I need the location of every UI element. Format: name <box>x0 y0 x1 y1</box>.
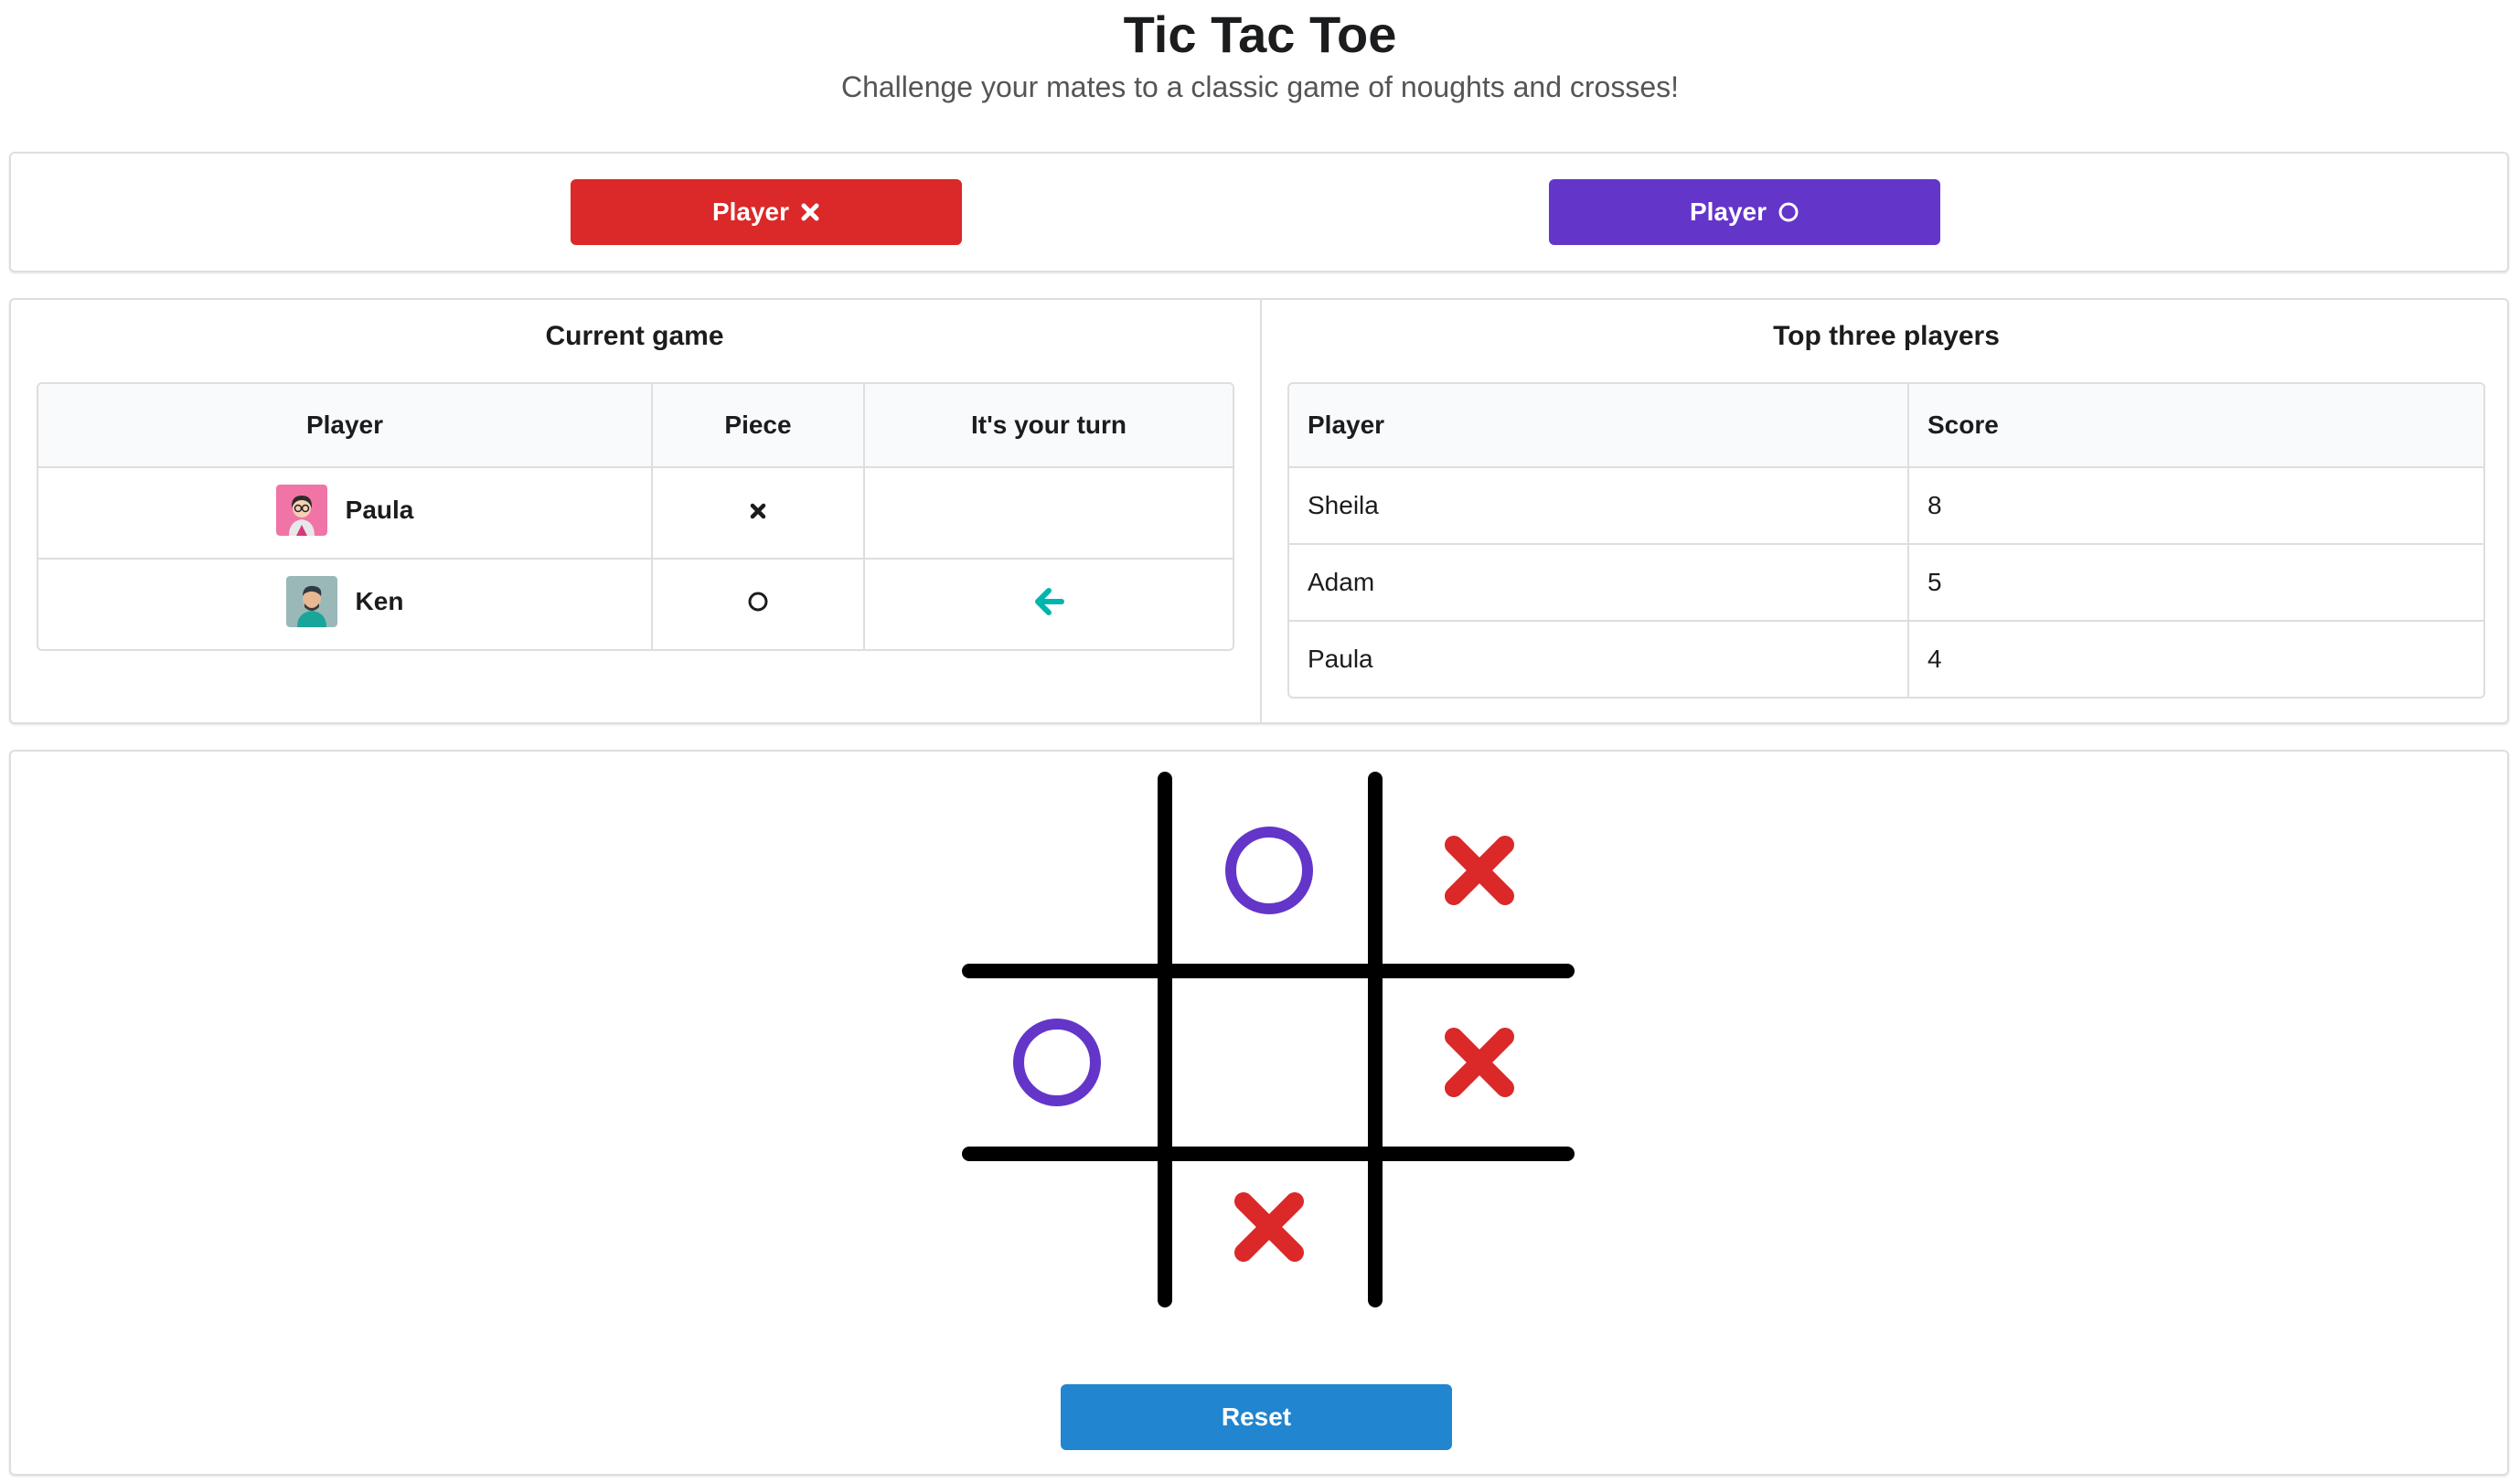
page-header: Tic Tac Toe Challenge your mates to a cl… <box>0 0 2520 108</box>
board-cell[interactable] <box>1178 1145 1361 1309</box>
player-name: Adam <box>1289 543 1907 620</box>
board-cell[interactable] <box>1388 788 1571 953</box>
player-o-button[interactable]: Player <box>1549 179 1940 245</box>
player-name: Ken <box>355 586 404 615</box>
column-header-player: Player <box>38 384 651 468</box>
board-cell[interactable] <box>966 1145 1148 1309</box>
player-o-label: Player <box>1689 197 1767 226</box>
table-row: Sheila 8 <box>1289 468 2483 543</box>
board-cell[interactable] <box>966 788 1148 953</box>
top-players-table: Player Score Sheila 8 Adam 5 Paula 4 <box>1287 382 2485 699</box>
player-name: Paula <box>1289 620 1907 697</box>
cross-icon <box>750 503 766 519</box>
board-cell[interactable] <box>1388 980 1571 1145</box>
table-row: Paula 4 <box>1289 620 2483 697</box>
column-header-turn: It's your turn <box>863 384 1233 468</box>
turn-cell <box>863 558 1233 649</box>
current-game-title: Current game <box>545 321 724 351</box>
table-row: Paula <box>38 468 1233 558</box>
player-x-label: Player <box>711 197 790 226</box>
player-score: 4 <box>1907 620 2483 697</box>
player-cell: Ken <box>38 558 651 649</box>
avatar <box>285 575 337 627</box>
game-board <box>962 772 1575 1309</box>
board-cell[interactable] <box>1388 1145 1571 1309</box>
board-cells <box>966 788 1571 1309</box>
player-entry: Paula <box>275 484 414 536</box>
reset-button[interactable]: Reset <box>1061 1384 1452 1450</box>
table-row: Ken <box>38 558 1233 649</box>
board-cell[interactable] <box>966 980 1148 1145</box>
page-subtitle: Challenge your mates to a classic game o… <box>840 70 1680 103</box>
turn-cell <box>863 468 1233 558</box>
column-header-piece: Piece <box>651 384 863 468</box>
player-entry: Ken <box>285 575 404 627</box>
table-row: Adam 5 <box>1289 543 2483 620</box>
player-cell: Paula <box>38 468 651 558</box>
player-score: 8 <box>1907 468 2483 543</box>
column-divider <box>1260 300 1262 722</box>
player-name: Paula <box>345 495 414 524</box>
board-cell[interactable] <box>1178 788 1361 953</box>
column-header-player: Player <box>1289 384 1907 468</box>
piece-cell <box>651 558 863 649</box>
arrow-left-icon <box>1035 587 1064 615</box>
player-score: 5 <box>1907 543 2483 620</box>
board-cell[interactable] <box>1178 980 1361 1145</box>
circle-icon <box>748 592 768 612</box>
player-name: Sheila <box>1308 491 1379 519</box>
player-select-segment: Player Player <box>9 152 2509 272</box>
cross-icon <box>801 203 819 221</box>
player-x-button[interactable]: Player <box>571 179 962 245</box>
page-title: Tic Tac Toe <box>1123 5 1397 63</box>
tables-segment: Current game Player Piece It's your turn <box>9 298 2509 724</box>
current-game-table: Player Piece It's your turn Paula Ken <box>37 382 1234 651</box>
circle-icon <box>1778 202 1799 222</box>
avatar <box>275 484 327 536</box>
column-header-score: Score <box>1907 384 2483 468</box>
board-segment: Reset <box>9 750 2509 1476</box>
top-players-title: Top three players <box>1773 321 2000 351</box>
piece-cell <box>651 468 863 558</box>
